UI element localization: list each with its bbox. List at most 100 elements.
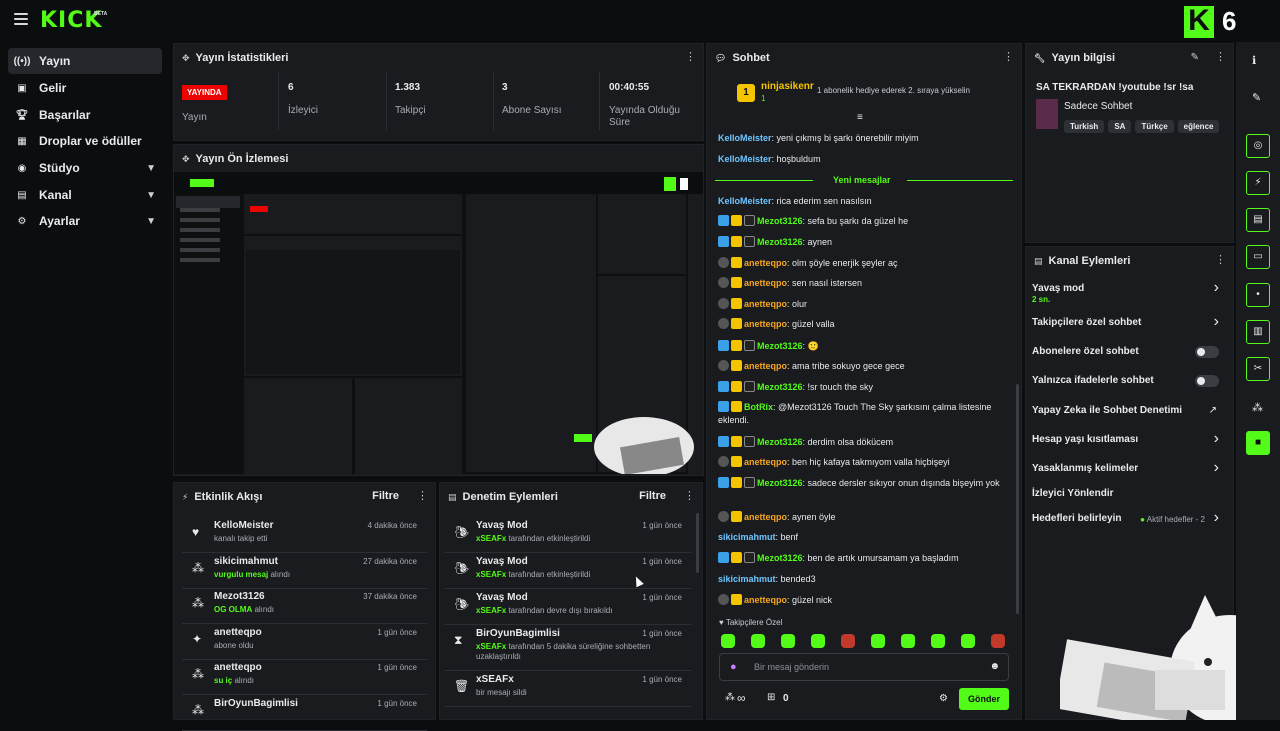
microphone-icon[interactable]: ●: [730, 661, 737, 673]
chat-message[interactable]: anetteqpo: ben hiç kafaya takmıyom valla…: [718, 456, 1018, 469]
chat-username[interactable]: BotRix: [744, 402, 773, 412]
chat-message[interactable]: Mezot3126: ben de artık umursamam ya baş…: [718, 552, 1018, 565]
layout-icon[interactable]: ▥: [1246, 320, 1270, 344]
chat-username[interactable]: Mezot3126: [757, 382, 803, 392]
chat-username[interactable]: sikicimahmut: [718, 574, 776, 584]
channel-action-item[interactable]: Hedefleri belirleyin › ● Aktif hedefler - …: [1032, 509, 1225, 537]
channel-action-item[interactable]: Yavaş mod 2 sn. ›: [1032, 279, 1225, 307]
channel-action-item[interactable]: Yalnızca ifadelerle sohbet: [1032, 375, 1225, 399]
drag-handle-icon[interactable]: ✥: [182, 154, 190, 165]
filter-button[interactable]: Filtre: [639, 490, 666, 502]
chat-message[interactable]: Mezot3126: sefa bu şarkı da güzel he: [718, 215, 1018, 228]
emote-icon[interactable]: [841, 634, 855, 648]
activity-username[interactable]: BirOyunBagimlisi: [214, 698, 298, 709]
chat-message[interactable]: anetteqpo: sen nasıl istersen: [718, 277, 1018, 290]
emoji-icon[interactable]: ☻: [989, 661, 1000, 672]
moderation-row[interactable]: 🐌︎ Yavaş Mod xSEAFx tarafından etkinleştir…: [444, 517, 692, 553]
sidebar-item-basarilar[interactable]: 🏆︎ Başarılar: [8, 102, 162, 128]
sidebar-item-droplar[interactable]: ▦ Droplar ve ödüller: [8, 128, 162, 154]
chat-username[interactable]: anetteqpo: [744, 319, 787, 329]
activity-username[interactable]: anetteqpo: [214, 662, 262, 673]
chat-message[interactable]: Mezot3126: 🙂: [718, 340, 1018, 353]
wrench-icon[interactable]: ✂: [1246, 357, 1270, 381]
gear-icon[interactable]: ⚙: [939, 693, 948, 704]
chat-username[interactable]: Mezot3126: [757, 216, 803, 226]
more-options-icon[interactable]: ⋮: [1215, 255, 1226, 266]
activity-username[interactable]: anetteqpo: [214, 627, 262, 638]
chat-message[interactable]: anetteqpo: olm şöyle enerjik şeyler aç: [718, 257, 1018, 270]
emote-icon[interactable]: [871, 634, 885, 648]
emote-icon[interactable]: [901, 634, 915, 648]
chat-username[interactable]: KelloMeister: [718, 154, 772, 164]
activity-row[interactable]: ⁂ Mezot3126 OG OLMA alındı 37 dakika önce: [182, 588, 427, 624]
chat-message[interactable]: Mezot3126: aynen: [718, 236, 1018, 249]
more-options-icon[interactable]: ⋮: [685, 52, 696, 63]
activity-row[interactable]: ⁂ anetteqpo su iç alındı 1 gün önce: [182, 659, 427, 695]
chat-message[interactable]: anetteqpo: aynen öyle: [718, 511, 1018, 524]
people-icon[interactable]: ⁂: [1252, 401, 1263, 414]
menu-icon[interactable]: [14, 13, 28, 25]
moderator-name[interactable]: xSEAFx: [476, 606, 506, 615]
chat-username[interactable]: anetteqpo: [744, 595, 787, 605]
channel-action-item[interactable]: Takipçilere özel sohbet ›: [1032, 313, 1225, 341]
activity-username[interactable]: sikicimahmut: [214, 556, 278, 567]
chat-username[interactable]: anetteqpo: [744, 512, 787, 522]
chat-input[interactable]: ● Bir mesaj gönderin ☻: [719, 653, 1009, 681]
emote-icon[interactable]: [931, 634, 945, 648]
chat-message[interactable]: KelloMeister: yeni çıkmış bi şarkı önere…: [718, 132, 1018, 145]
more-options-icon[interactable]: ⋮: [1215, 52, 1226, 63]
channel-action-item[interactable]: İzleyici Yönlendir: [1032, 488, 1225, 512]
channel-action-item[interactable]: Yasaklanmış kelimeler ›: [1032, 459, 1225, 487]
sidebar-item-studyo[interactable]: ◉ Stüdyo ▼: [8, 155, 162, 181]
filter-button[interactable]: Filtre: [372, 490, 399, 502]
document-icon[interactable]: ▤: [1246, 208, 1270, 232]
activity-row[interactable]: ✦ anetteqpo abone oldu 1 gün önce: [182, 624, 427, 660]
chat-username[interactable]: anetteqpo: [744, 457, 787, 467]
stream-preview-video[interactable]: [174, 172, 703, 474]
edit-icon[interactable]: ✎: [1191, 52, 1199, 63]
chat-message[interactable]: Mezot3126: sadece dersler sıkıyor onun d…: [718, 477, 1018, 490]
emote-icon[interactable]: [961, 634, 975, 648]
chat-username[interactable]: KelloMeister: [718, 133, 772, 143]
sidebar-item-ayarlar[interactable]: ⚙ Ayarlar ▼: [8, 208, 162, 234]
camera-icon[interactable]: ◎: [1246, 134, 1270, 158]
chat-username[interactable]: anetteqpo: [744, 278, 787, 288]
moderator-name[interactable]: xSEAFx: [476, 642, 506, 651]
sidebar-item-yayin[interactable]: ((•)) Yayın: [8, 48, 162, 74]
moderation-row[interactable]: 🗑︎ xSEAFx bir mesajı sildi 1 gün önce: [444, 671, 692, 707]
chat-username[interactable]: Mezot3126: [757, 341, 803, 351]
chat-message[interactable]: KelloMeister: hoşbuldum: [718, 153, 1018, 166]
info-icon[interactable]: ℹ: [1252, 54, 1256, 67]
pinned-username[interactable]: ninjasikenr: [761, 81, 814, 92]
collapse-icon[interactable]: ≡: [857, 112, 863, 123]
more-options-icon[interactable]: ⋮: [1003, 52, 1014, 63]
chat-message[interactable]: sikicimahmut: benf: [718, 531, 1018, 544]
lightning-icon[interactable]: ⚡: [1246, 171, 1270, 195]
moderator-name[interactable]: xSEAFx: [476, 534, 506, 543]
moderation-row[interactable]: ⧗ BirOyunBagimlisi xSEAFx tarafından 5 dak…: [444, 625, 692, 671]
sidebar-item-gelir[interactable]: ▣ Gelir: [8, 75, 162, 101]
more-options-icon[interactable]: ⋮: [417, 491, 428, 502]
chat-username[interactable]: anetteqpo: [744, 299, 787, 309]
gift-icon[interactable]: ⊞: [767, 692, 775, 703]
points-icon[interactable]: ⁂: [725, 692, 735, 703]
chat-message[interactable]: KelloMeister: rica ederim sen nasılsın: [718, 195, 1018, 208]
chat-username[interactable]: sikicimahmut: [718, 532, 776, 542]
chat-username[interactable]: Mezot3126: [757, 237, 803, 247]
chat-username[interactable]: anetteqpo: [744, 361, 787, 371]
channel-action-item[interactable]: Hesap yaşı kısıtlaması ›: [1032, 430, 1225, 458]
broadcast-icon[interactable]: •: [1246, 283, 1270, 307]
moderator-name[interactable]: xSEAFx: [476, 570, 506, 579]
send-button[interactable]: Gönder: [959, 688, 1009, 710]
chat-icon[interactable]: ▭: [1246, 245, 1270, 269]
moderation-row[interactable]: 🐌︎ Yavaş Mod xSEAFx tarafından devre dışı …: [444, 589, 692, 625]
emote-icon[interactable]: [811, 634, 825, 648]
chat-message[interactable]: anetteqpo: olur: [718, 298, 1018, 311]
emote-icon[interactable]: [781, 634, 795, 648]
pen-icon[interactable]: ✎: [1252, 91, 1261, 104]
activity-row[interactable]: ♥ KelloMeister kanalı takip etti 4 dakika ö…: [182, 517, 427, 553]
channel-action-item[interactable]: Abonelere özel sohbet: [1032, 346, 1225, 370]
activity-row[interactable]: ⁂ BirOyunBagimlisi 1 gün önce: [182, 695, 427, 731]
chat-username[interactable]: KelloMeister: [718, 196, 772, 206]
more-options-icon[interactable]: ⋮: [684, 491, 695, 502]
